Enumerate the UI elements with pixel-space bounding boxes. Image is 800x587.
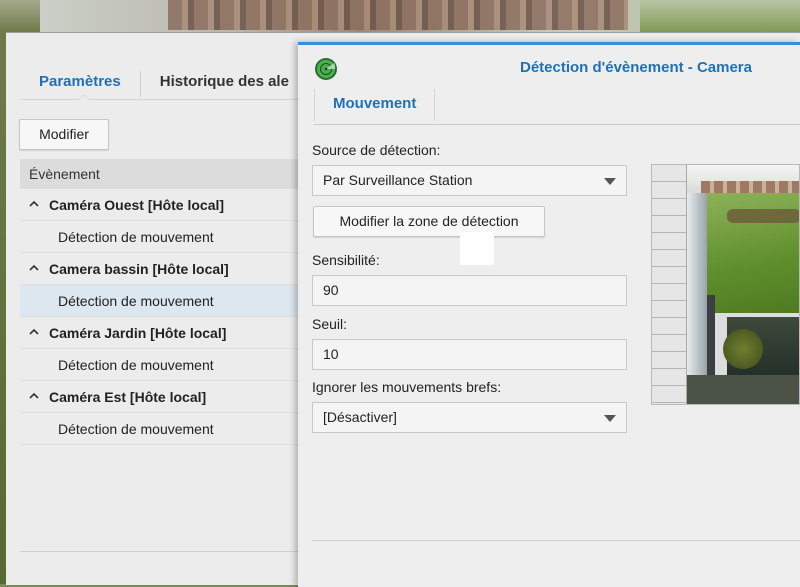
group-camera-jardin[interactable]: Caméra Jardin [Hôte local]	[20, 317, 310, 349]
blank-overlay	[460, 232, 494, 265]
group-label: Caméra Est [Hôte local]	[49, 389, 207, 405]
event-detection-dialog: Détection d'évènement - Camera Mouvement…	[298, 42, 800, 587]
list-item-motion-detection[interactable]: Détection de mouvement	[20, 221, 310, 253]
group-camera-est[interactable]: Caméra Est [Hôte local]	[20, 381, 310, 413]
group-label: Camera bassin [Hôte local]	[49, 261, 229, 277]
surveillance-radar-icon	[315, 58, 337, 80]
background-photo-field	[640, 0, 800, 32]
ignore-brief-value: [Désactiver]	[323, 409, 397, 425]
ignore-brief-select[interactable]: [Désactiver]	[312, 402, 627, 433]
list-item-motion-detection[interactable]: Détection de mouvement	[20, 349, 310, 381]
camera-snapshot	[687, 165, 799, 404]
edit-detection-zone-button[interactable]: Modifier la zone de détection	[313, 206, 545, 237]
list-item-motion-detection-selected[interactable]: Détection de mouvement	[20, 285, 310, 317]
event-column-header[interactable]: Évènement	[20, 159, 310, 189]
chevron-up-icon[interactable]	[29, 263, 39, 273]
threshold-input[interactable]: 10	[312, 339, 627, 370]
chevron-up-icon[interactable]	[29, 391, 39, 401]
snapshot-plant	[723, 329, 763, 369]
snapshot-foreground	[687, 375, 799, 404]
group-camera-bassin[interactable]: Camera bassin [Hôte local]	[20, 253, 310, 285]
sensitivity-input[interactable]: 90	[312, 275, 627, 306]
source-label: Source de détection:	[312, 142, 441, 158]
group-camera-ouest[interactable]: Caméra Ouest [Hôte local]	[20, 189, 310, 221]
chevron-up-icon[interactable]	[29, 199, 39, 209]
snapshot-hedge	[727, 209, 799, 223]
tab-mouvement[interactable]: Mouvement	[314, 89, 436, 121]
caret-down-icon[interactable]	[604, 415, 616, 422]
main-tab-bar: Paramètres Historique des ale	[20, 67, 308, 99]
source-select-value: Par Surveillance Station	[323, 172, 473, 188]
list-footer-divider	[20, 551, 310, 552]
sensitivity-label: Sensibilité:	[312, 252, 380, 268]
dialog-footer-divider	[312, 540, 800, 541]
event-list: Caméra Ouest [Hôte local] Détection de m…	[20, 189, 310, 445]
caret-down-icon[interactable]	[604, 178, 616, 185]
group-label: Caméra Jardin [Hôte local]	[49, 325, 227, 341]
threshold-label: Seuil:	[312, 316, 348, 332]
tab-underline	[20, 99, 320, 100]
tab-historique-alertes[interactable]: Historique des ale	[141, 67, 308, 99]
camera-preview[interactable]	[651, 164, 800, 405]
source-select[interactable]: Par Surveillance Station	[312, 165, 627, 196]
dialog-title: Détection d'évènement - Camera	[520, 59, 752, 76]
list-item-motion-detection[interactable]: Détection de mouvement	[20, 413, 310, 445]
background-photo-house	[168, 0, 628, 30]
chevron-up-icon[interactable]	[29, 327, 39, 337]
ignore-brief-label: Ignorer les mouvements brefs:	[312, 379, 502, 395]
modify-button[interactable]: Modifier	[19, 119, 109, 150]
background-photo-tree	[0, 0, 40, 32]
snapshot-wall	[687, 193, 707, 404]
dialog-tab-divider	[314, 124, 800, 125]
group-label: Caméra Ouest [Hôte local]	[49, 197, 225, 213]
active-tab-indicator	[78, 94, 90, 100]
detection-grid-column[interactable]	[652, 165, 687, 404]
